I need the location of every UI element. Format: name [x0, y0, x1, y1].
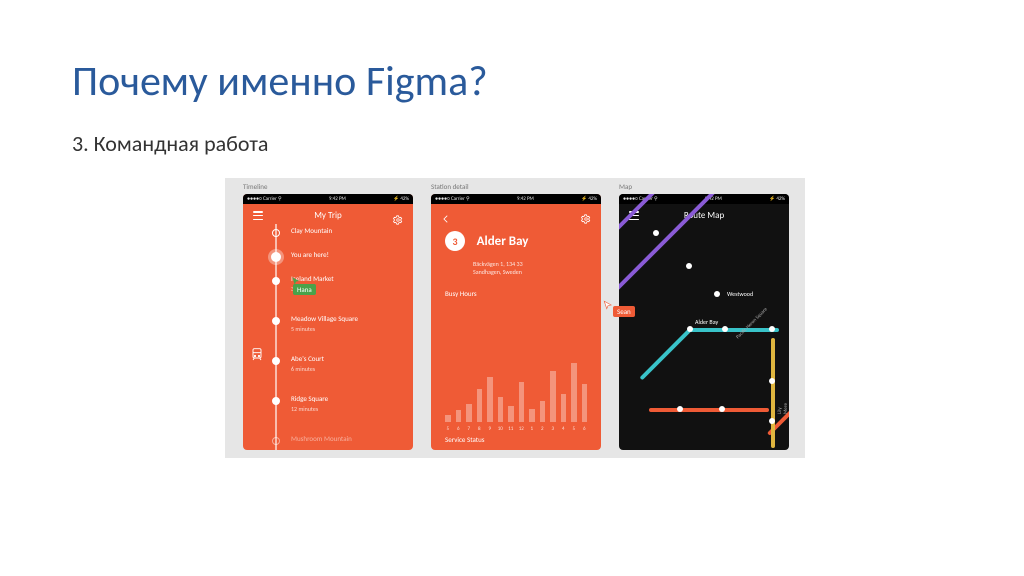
status-time: 9:42 PM: [329, 196, 346, 202]
chart-tick: 8: [477, 426, 483, 432]
chart-tick: 10: [498, 426, 504, 432]
chart-bar: [498, 397, 504, 422]
chart-bar: [561, 394, 567, 422]
chart-tick: 9: [487, 426, 493, 432]
chart-tick: 5: [571, 426, 577, 432]
screen-timeline: ●●●●○ Carrier ⚲ 9:42 PM ⚡ 42% My Trip Cl…: [243, 194, 413, 450]
route-map[interactable]: Westwood Alder Bay Pacific Heron Square …: [619, 218, 789, 450]
status-battery: ⚡ 42%: [393, 196, 409, 202]
frame-label-timeline: Timeline: [243, 182, 267, 191]
status-carrier: ●●●●○ Carrier ⚲: [247, 196, 282, 202]
station-address: Bäckvägen 1, 134 33 Sandhagen, Sweden: [431, 255, 601, 279]
chart-tick: 2: [540, 426, 546, 432]
screen-route-map: ●●●●○ Carrier ⚲ 9:42 PM ⚡ 42% Route Map: [619, 194, 789, 450]
chart-bar: [582, 384, 588, 422]
stop-item[interactable]: Abe's Court6 minutes: [269, 354, 403, 373]
status-bar: ●●●●○ Carrier ⚲ 9:42 PM ⚡ 42%: [431, 194, 601, 204]
stops-list: Clay Mountain You are here! Iceland Mark…: [243, 220, 413, 450]
collab-cursor-icon: [603, 296, 613, 306]
frame-label-detail: Station detail: [431, 182, 469, 191]
collab-cursor-label: Hana: [293, 284, 316, 295]
station-dot[interactable]: [686, 263, 692, 269]
station-dot[interactable]: [769, 378, 775, 384]
chart-tick: 5: [445, 426, 451, 432]
status-bar: ●●●●○ Carrier ⚲ 9:42 PM ⚡ 42%: [243, 194, 413, 204]
frame-label-map: Map: [619, 182, 632, 191]
slide-title: Почему именно Figma?: [72, 56, 488, 107]
chart-tick: 6: [456, 426, 462, 432]
station-dot[interactable]: [687, 326, 693, 332]
station-name: Alder Bay: [477, 234, 529, 249]
route-line-cyan: [640, 328, 692, 380]
station-label-pacific: Pacific Heron Square: [735, 306, 769, 340]
tram-icon: [249, 346, 265, 362]
chart-bar: [529, 409, 535, 422]
chart-tick: 3: [550, 426, 556, 432]
hamburger-icon[interactable]: [253, 211, 263, 220]
chart-tick: 12: [519, 426, 525, 432]
station-dot[interactable]: [677, 406, 683, 412]
station-label-alder-bay: Alder Bay: [695, 318, 718, 326]
service-status-label: Service Status: [445, 435, 485, 444]
stop-item[interactable]: Mushroom Mountain: [269, 434, 403, 443]
chart-bar: [477, 389, 483, 422]
chart-tick: 7: [466, 426, 472, 432]
slide-subtitle: 3. Командная работа: [72, 130, 268, 157]
chart-bar: [508, 406, 514, 423]
chart-tick: 4: [561, 426, 567, 432]
chart-bar: [550, 371, 556, 422]
station-label-lily: Lily Mere: [777, 402, 789, 414]
station-dot[interactable]: [719, 406, 725, 412]
station-dot[interactable]: [769, 326, 775, 332]
chart-bar: [519, 382, 525, 422]
chart-tick: 1: [529, 426, 535, 432]
line-badge: 3: [445, 231, 465, 251]
chart-bar: [571, 363, 577, 422]
screen-station-detail: ●●●●○ Carrier ⚲ 9:42 PM ⚡ 42% 3 Alder Ba…: [431, 194, 601, 450]
collab-cursor-label: Sean: [613, 306, 635, 317]
chart-bar: [540, 401, 546, 422]
chart-bar: [445, 415, 451, 422]
figma-canvas: Timeline Station detail Map ●●●●○ Carrie…: [225, 178, 805, 458]
route-line-cyan: [689, 328, 779, 332]
station-dot[interactable]: [769, 418, 775, 424]
chart-tick: 6: [582, 426, 588, 432]
busy-hours-chart: [445, 356, 587, 422]
status-carrier: ●●●●○ Carrier ⚲: [435, 196, 470, 202]
stop-item[interactable]: You are here!: [269, 250, 403, 259]
chart-tick: 11: [508, 426, 514, 432]
station-label-westwood: Westwood: [727, 290, 753, 298]
station-dot[interactable]: [714, 291, 720, 297]
stop-item[interactable]: Meadow Village Square5 minutes: [269, 314, 403, 333]
station-dot[interactable]: [722, 326, 728, 332]
chart-bar: [466, 404, 472, 422]
status-time: 9:42 PM: [517, 196, 534, 202]
stop-item[interactable]: Iceland Market3 minutes: [269, 274, 403, 293]
chart-bar: [487, 377, 493, 422]
collab-cursor-icon: [291, 272, 301, 282]
gear-icon[interactable]: [393, 211, 403, 220]
back-icon[interactable]: [441, 210, 451, 219]
stop-item[interactable]: Clay Mountain: [269, 226, 403, 235]
stop-item[interactable]: Ridge Square12 minutes: [269, 394, 403, 413]
route-line-yellow: [771, 338, 775, 448]
status-battery: ⚡ 42%: [769, 196, 785, 202]
route-line-red: [649, 408, 769, 412]
busy-hours-label: Busy Hours: [431, 279, 601, 300]
status-battery: ⚡ 42%: [581, 196, 597, 202]
gear-icon[interactable]: [581, 210, 591, 219]
busy-hours-xaxis: 56789101112123456: [445, 426, 587, 432]
chart-bar: [456, 410, 462, 422]
station-dot[interactable]: [653, 230, 659, 236]
